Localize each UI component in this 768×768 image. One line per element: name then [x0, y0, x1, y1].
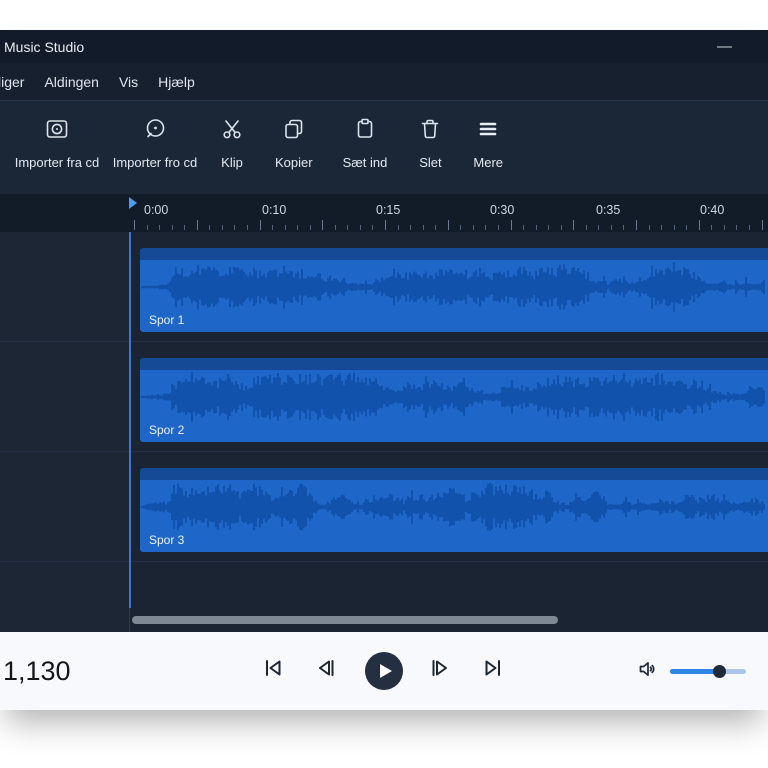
play-icon	[380, 664, 392, 678]
waveform-spor-3	[141, 482, 765, 532]
paste-icon	[352, 116, 378, 155]
skip-to-end-icon	[481, 656, 507, 687]
audio-clip-spor-1[interactable]: Spor 1	[140, 248, 768, 332]
clip-label: Spor 1	[149, 313, 185, 327]
audio-clip-spor-3[interactable]: Spor 3	[140, 468, 768, 552]
skip-to-start-icon	[261, 656, 287, 687]
copy-button[interactable]: Kopier	[260, 116, 328, 172]
track-row: Spor 1	[0, 232, 768, 342]
skip-to-end-button[interactable]	[481, 658, 507, 684]
skip-to-start-button[interactable]	[261, 658, 287, 684]
cd-import-icon	[44, 116, 70, 155]
trash-icon	[417, 116, 443, 155]
ruler-label: 0:35	[596, 203, 621, 217]
ruler-label: 0:15	[376, 203, 401, 217]
waveform-spor-1	[141, 262, 765, 312]
window-title: Music Studio	[4, 38, 85, 55]
clip-label: Spor 3	[149, 533, 185, 547]
previous-icon	[313, 656, 339, 687]
scissors-icon	[219, 116, 245, 155]
more-button[interactable]: Mere	[458, 116, 518, 172]
horizontal-scrollbar[interactable]	[132, 616, 558, 624]
speaker-icon[interactable]	[636, 657, 660, 686]
ruler-label: 0:00	[144, 203, 169, 217]
time-display: 1,130	[3, 655, 71, 686]
volume-slider-fill	[670, 669, 720, 674]
volume-slider-knob[interactable]	[713, 664, 727, 678]
next-icon	[429, 656, 455, 687]
transport-controls	[261, 652, 507, 690]
ruler-label: 0:30	[490, 203, 515, 217]
copy-icon	[281, 116, 307, 155]
menu-item-rediger[interactable]: liger	[0, 74, 34, 90]
play-button[interactable]	[365, 652, 403, 690]
import-from-cd-2-button[interactable]: Importer fro cd	[106, 116, 204, 172]
audio-clip-spor-2[interactable]: Spor 2	[140, 358, 768, 442]
paste-button[interactable]: Sæt ind	[328, 116, 403, 172]
disc-import-icon	[142, 116, 168, 155]
playhead-marker-icon[interactable]	[129, 197, 137, 209]
ruler-label: 0:40	[700, 203, 725, 217]
delete-button[interactable]: Slet	[402, 116, 458, 172]
volume-slider[interactable]	[670, 664, 746, 678]
menu-item-aldingen[interactable]: Aldingen	[34, 74, 109, 90]
clip-label: Spor 2	[149, 423, 185, 437]
track-row: Spor 3	[0, 452, 768, 562]
previous-button[interactable]	[313, 658, 339, 684]
volume-controls	[636, 657, 746, 686]
menu-item-hjaelp[interactable]: Hjælp	[148, 74, 205, 90]
title-bar: Music Studio —	[0, 30, 768, 63]
timeline-ruler[interactable]: 0:00 0:10 0:15 0:30 0:35 0:40	[0, 194, 768, 232]
transport-bar: 1,130	[0, 632, 768, 710]
app-window: Music Studio — liger Aldingen Vis Hjælp …	[0, 30, 768, 710]
menu-item-vis[interactable]: Vis	[109, 74, 148, 90]
cut-button[interactable]: Klip	[204, 116, 260, 172]
ruler-ticks	[130, 219, 768, 232]
import-from-cd-button[interactable]: Importer fra cd	[8, 116, 106, 172]
track-footer	[0, 562, 768, 632]
track-area: Spor 1 Spor 2 Spor 3	[0, 232, 768, 632]
track-row: Spor 2	[0, 342, 768, 452]
more-icon	[475, 116, 501, 155]
next-button[interactable]	[429, 658, 455, 684]
menu-bar: liger Aldingen Vis Hjælp	[0, 63, 768, 100]
toolbar: Importer fra cd Importer fro cd Klip Kop…	[0, 100, 768, 194]
minimize-button[interactable]: —	[711, 38, 738, 55]
waveform-spor-2	[141, 372, 765, 422]
playhead-line	[129, 232, 131, 608]
ruler-label: 0:10	[262, 203, 287, 217]
